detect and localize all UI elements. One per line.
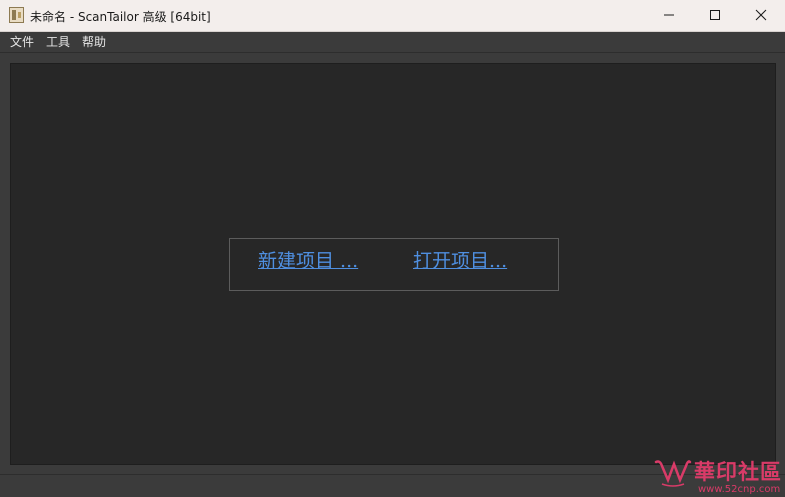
- open-project-link[interactable]: 打开项目...: [413, 246, 507, 273]
- title-bar[interactable]: 未命名 - ScanTailor 高级 [64bit]: [0, 0, 785, 32]
- minimize-button[interactable]: [646, 0, 692, 31]
- watermark-logo-icon: [654, 460, 692, 487]
- menu-file[interactable]: 文件: [10, 33, 34, 50]
- close-button[interactable]: [738, 0, 784, 31]
- minimize-icon: [664, 14, 674, 16]
- watermark-title: 華印社區: [694, 459, 782, 484]
- close-icon: [755, 9, 767, 21]
- maximize-icon: [710, 10, 720, 20]
- watermark: 華印社區 www.52cnp.com: [654, 456, 785, 496]
- window-title: 未命名 - ScanTailor 高级 [64bit]: [30, 10, 211, 24]
- start-panel: 新建项目 ... 打开项目...: [229, 238, 559, 291]
- workspace-area: 新建项目 ... 打开项目...: [10, 63, 776, 465]
- new-project-link[interactable]: 新建项目 ...: [258, 246, 358, 273]
- maximize-button[interactable]: [692, 0, 738, 31]
- menu-tools[interactable]: 工具: [46, 33, 70, 50]
- menu-bar: 文件 工具 帮助: [0, 32, 785, 53]
- menu-help[interactable]: 帮助: [82, 33, 106, 50]
- scantailor-app-icon[interactable]: [9, 7, 24, 23]
- watermark-url: www.52cnp.com: [698, 484, 781, 495]
